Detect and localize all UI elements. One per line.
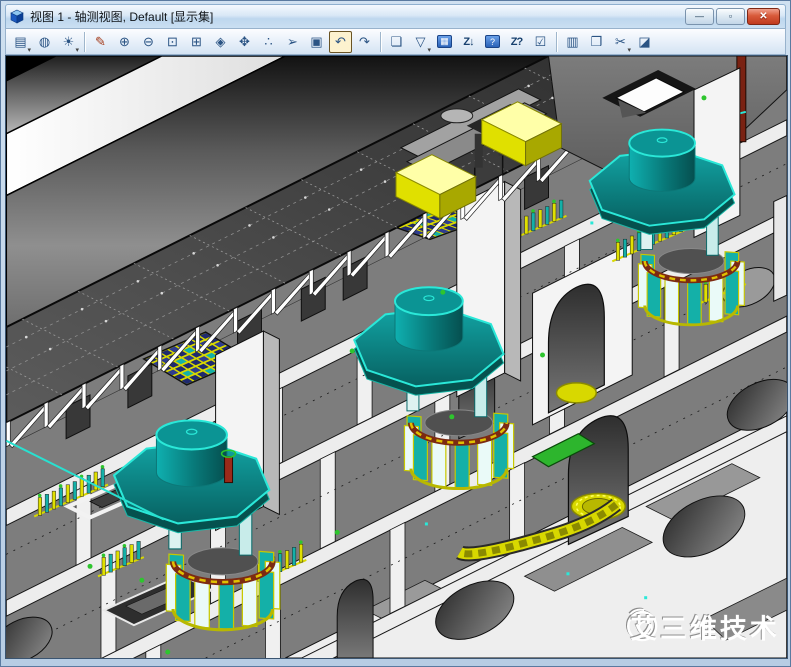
toolbar-separator bbox=[556, 32, 557, 52]
window-title: 视图 1 - 轴测视图, Default [显示集] bbox=[30, 8, 680, 25]
view-window: 艾三维技术 bbox=[5, 55, 788, 659]
toolbar-view-flags-button[interactable]: ? bbox=[481, 31, 504, 53]
toolbar-separator bbox=[84, 32, 85, 52]
toolbar-pan-view-button[interactable]: ✥ bbox=[233, 31, 256, 53]
toolbar-rotate-view-button[interactable]: ◈ bbox=[209, 31, 232, 53]
toolbar-clip-volume-button[interactable]: ▽▾ bbox=[409, 31, 432, 53]
toolbar-view-previous-button[interactable]: ↶ bbox=[329, 31, 352, 53]
toolbar-view-next-button[interactable]: ↷ bbox=[353, 31, 376, 53]
toolbar-section-tool-button[interactable]: ✂▾ bbox=[609, 31, 632, 53]
minimize-button[interactable]: — bbox=[685, 8, 714, 25]
toolbar-zoom-in-button[interactable]: ⊕ bbox=[113, 31, 136, 53]
title-bar[interactable]: 视图 1 - 轴测视图, Default [显示集] — ▫ ✕ bbox=[5, 4, 786, 28]
toolbar-fit-view-button[interactable]: ⊞ bbox=[185, 31, 208, 53]
window-icon bbox=[9, 9, 25, 25]
toolbar-adjust-brightness-button[interactable]: ☀▾ bbox=[57, 31, 80, 53]
toolbar-navigate-view-button[interactable]: ▣ bbox=[305, 31, 328, 53]
toolbar: ▤▾◍☀▾ ✎⊕⊖⊡⊞◈✥∴➢▣↶↷ ❏▽▾▦Z↓?Z?☑ ▥❒✂▾◪ bbox=[5, 28, 786, 55]
toolbar-zoom-out-button[interactable]: ⊖ bbox=[137, 31, 160, 53]
watermark: 艾三维技术 bbox=[628, 610, 779, 644]
close-button[interactable]: ✕ bbox=[747, 8, 780, 25]
toolbar-walk-button[interactable]: ∴ bbox=[257, 31, 280, 53]
view-canvas[interactable]: 艾三维技术 bbox=[6, 56, 787, 658]
toolbar-clip-mask-button[interactable]: ▦ bbox=[433, 31, 456, 53]
toolbar-shaded-cube-button[interactable]: ◪ bbox=[633, 31, 656, 53]
toolbar-display-style-button[interactable]: ◍ bbox=[33, 31, 56, 53]
watermark-text: 艾三维技术 bbox=[630, 614, 779, 644]
toolbar-change-view-z-button[interactable]: Z↓ bbox=[457, 31, 480, 53]
toolbar-annotation-scale-button[interactable]: ☑ bbox=[529, 31, 552, 53]
app-window: 视图 1 - 轴测视图, Default [显示集] — ▫ ✕ ▤▾◍☀▾ ✎⊕… bbox=[0, 0, 791, 667]
toolbar-z-query-button[interactable]: Z? bbox=[505, 31, 528, 53]
toolbar-fly-button[interactable]: ➢ bbox=[281, 31, 304, 53]
toolbar-view-cube-button[interactable]: ❒ bbox=[585, 31, 608, 53]
toolbar-window-area-button[interactable]: ⊡ bbox=[161, 31, 184, 53]
toolbar-copy-view-button[interactable]: ❏ bbox=[385, 31, 408, 53]
toolbar-separator bbox=[380, 32, 381, 52]
toolbar-view-attributes-button[interactable]: ▤▾ bbox=[9, 31, 32, 53]
toolbar-render-mode-button[interactable]: ▥ bbox=[561, 31, 584, 53]
window-controls: — ▫ ✕ bbox=[685, 8, 782, 25]
restore-button[interactable]: ▫ bbox=[716, 8, 745, 25]
toolbar-update-view-button[interactable]: ✎ bbox=[89, 31, 112, 53]
